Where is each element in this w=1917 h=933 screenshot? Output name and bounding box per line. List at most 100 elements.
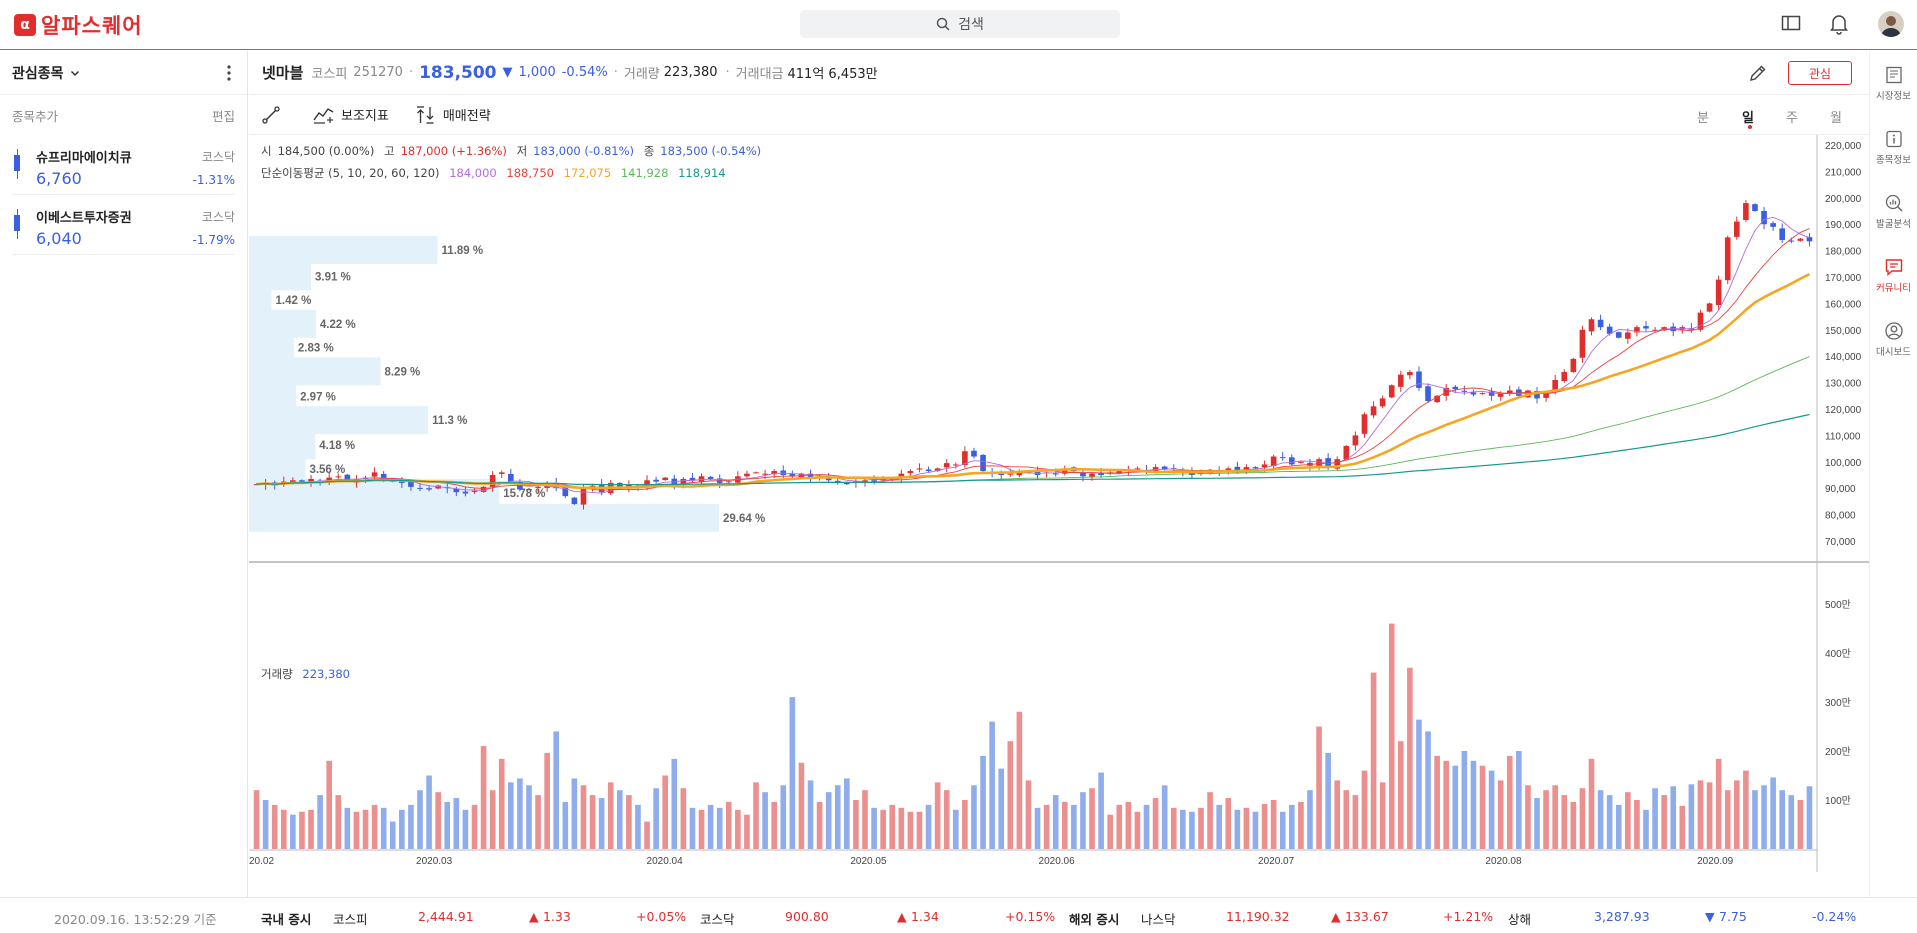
volume-bar — [299, 811, 305, 849]
price-tick-label: 210,000 — [1825, 167, 1862, 178]
nav-community[interactable]: 커뮤니티 — [1870, 243, 1917, 307]
volume-tick-label: 100만 — [1825, 795, 1851, 807]
period-minute[interactable]: 분 — [1697, 107, 1709, 126]
candle-body — [916, 468, 923, 470]
candle-body — [1388, 385, 1395, 398]
volume-bar — [389, 821, 396, 849]
chat-icon — [1885, 258, 1902, 276]
open-label: 시 — [261, 144, 272, 158]
volume-bar — [1670, 786, 1677, 849]
bell-icon[interactable] — [1829, 13, 1849, 35]
watchlist-item[interactable]: 이베스트투자증권 코스닥 6,040 -1.79% — [12, 195, 235, 255]
candle-body — [1397, 374, 1404, 387]
strategy-button[interactable]: 매매전략 — [415, 105, 491, 124]
volume-bar — [1252, 811, 1259, 849]
nav-stock-info[interactable]: 종목정보 — [1870, 115, 1917, 179]
nav-dashboard[interactable]: 대시보드 — [1870, 307, 1917, 371]
volume-bar — [871, 807, 877, 849]
volume-bar — [1143, 804, 1150, 849]
period-month[interactable]: 월 — [1830, 107, 1842, 126]
volume-bar — [1061, 801, 1068, 849]
stock-price: 183,500 — [419, 62, 497, 83]
volume-bar — [1652, 788, 1658, 849]
kosdaq-pct: +0.15% — [1005, 909, 1056, 924]
volume-bar — [1779, 790, 1786, 849]
sidebar-toggle-icon[interactable] — [1781, 13, 1801, 33]
volume-bar — [1743, 770, 1749, 849]
search-box[interactable]: 검색 — [800, 10, 1120, 38]
time-tick-label: 2020.07 — [1258, 856, 1295, 867]
candle-body — [1298, 461, 1304, 463]
top-header: α 알파스퀘어 검색 — [0, 0, 1917, 50]
price-tick-label: 190,000 — [1825, 220, 1862, 231]
volume-bar — [1279, 811, 1286, 849]
volume-bar — [662, 775, 669, 849]
volume-bar — [544, 752, 550, 849]
logo[interactable]: α 알파스퀘어 — [14, 10, 143, 40]
volume-bar — [1552, 785, 1558, 849]
volume-bar — [517, 778, 523, 849]
volume-bar — [290, 814, 296, 849]
more-vertical-icon[interactable] — [227, 65, 231, 81]
candle-body — [498, 472, 505, 474]
volume-bar — [907, 811, 914, 849]
volume-bar — [353, 811, 360, 849]
candle-body — [1352, 435, 1359, 446]
nav-discovery[interactable]: 발굴분석 — [1870, 179, 1917, 243]
ohlc-legend: 시 184,500 (0.00%) 고 187,000 (+1.36%) 저 183,… — [261, 143, 767, 159]
volume-bar — [1125, 801, 1132, 849]
volume-panel-value: 223,380 — [302, 667, 350, 681]
volume-bar — [399, 809, 405, 849]
candle-body — [508, 473, 514, 482]
avatar[interactable] — [1878, 11, 1904, 37]
volume-bar — [1034, 807, 1041, 849]
watchlist-panel: 관심종목 종목추가 편집 슈프리마에이치큐 코스닥 6,760 -1.31% 이… — [0, 51, 248, 897]
volume-profile-label: 8.29 % — [384, 366, 420, 378]
nasdaq-label: 나스닥 — [1141, 912, 1176, 927]
period-day[interactable]: 일 — [1742, 107, 1754, 126]
volume-bar — [1588, 758, 1595, 849]
volume-bar — [380, 807, 387, 849]
newspaper-icon — [1885, 66, 1902, 83]
volume-bar — [1216, 804, 1222, 849]
ma120-value: 118,914 — [678, 166, 726, 180]
period-week[interactable]: 주 — [1786, 107, 1798, 126]
search-placeholder: 검색 — [958, 17, 984, 33]
volume-bar — [971, 785, 977, 849]
volume-bar — [480, 746, 487, 849]
stock-name: 넷마블 — [262, 64, 304, 82]
ma-label: 단순이동평균 (5, 10, 20, 60, 120) — [261, 166, 440, 180]
candle-body — [1461, 390, 1468, 392]
volume-profile-label: 29.64 % — [723, 513, 765, 525]
volume-bar — [1071, 804, 1077, 849]
price-volume-chart[interactable]: 220,000 210,000 200,000 190,000 180,000 170,0… — [249, 135, 1869, 897]
price-tick-label: 70,000 — [1825, 537, 1856, 548]
candle-body — [1615, 332, 1622, 338]
time-tick-label: 2020.03 — [416, 856, 453, 867]
candle-body — [1479, 393, 1486, 395]
chart-area[interactable]: 220,000 210,000 200,000 190,000 180,000 170,0… — [249, 135, 1869, 897]
indicator-button[interactable]: 보조지표 — [313, 105, 389, 124]
edit-button[interactable]: 편집 — [212, 106, 235, 125]
strategy-icon — [416, 105, 434, 124]
right-nav: 시장정보 종목정보 발굴분석 커뮤니티 대시보드 — [1869, 51, 1917, 897]
draw-line-tool[interactable] — [261, 105, 287, 125]
watchlist-item-market: 코스닥 — [201, 210, 235, 224]
volume-bar — [535, 795, 541, 849]
volume-bar — [1452, 765, 1459, 849]
volume-bar — [1525, 785, 1531, 849]
volume-bar — [1597, 790, 1604, 849]
candle-body — [744, 473, 750, 477]
favorite-button[interactable]: 관심 — [1788, 61, 1852, 85]
volume-bar — [816, 801, 823, 849]
watchlist-item[interactable]: 슈프리마에이치큐 코스닥 6,760 -1.31% — [12, 135, 235, 195]
nav-market-info[interactable]: 시장정보 — [1870, 51, 1917, 115]
ma5-value: 184,000 — [449, 166, 497, 180]
candle-body — [1797, 238, 1804, 241]
candle-body — [417, 487, 423, 489]
volume-bar — [653, 788, 659, 849]
chart-search-icon — [1885, 194, 1903, 212]
add-stock-button[interactable]: 종목추가 — [12, 106, 58, 125]
watchlist-header[interactable]: 관심종목 — [0, 51, 247, 95]
pencil-icon[interactable] — [1748, 63, 1768, 83]
